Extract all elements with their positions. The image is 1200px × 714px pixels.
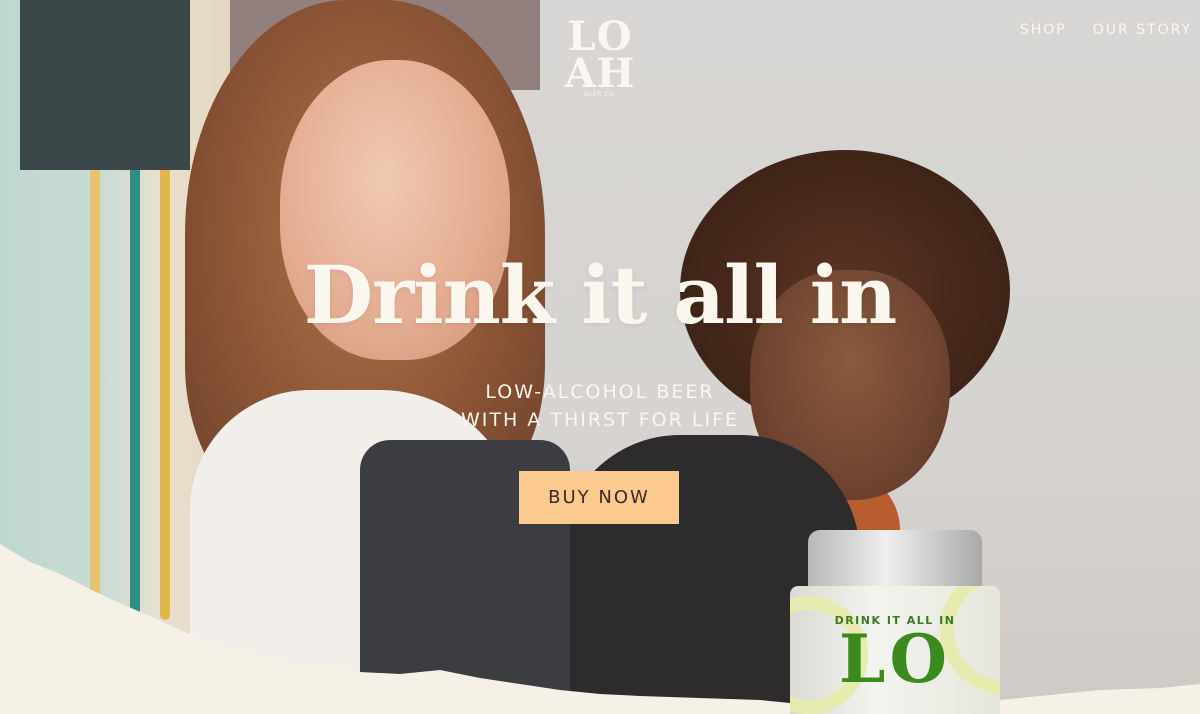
- can-lid: [808, 530, 982, 590]
- dark-window: [20, 0, 190, 170]
- hero-subheading: LOW-ALCOHOL BEER WITH A THIRST FOR LIFE: [0, 378, 1200, 434]
- hero-headline: Drink it all in: [303, 248, 898, 342]
- buy-now-button[interactable]: BUY NOW: [519, 471, 679, 524]
- subhead-line-2: WITH A THIRST FOR LIFE: [460, 409, 739, 431]
- brand-logo[interactable]: LO AH BEER CO.: [555, 17, 645, 99]
- nav-our-story-link[interactable]: OUR STORY: [1093, 22, 1192, 38]
- nav-shop-link[interactable]: SHOP: [1020, 22, 1067, 38]
- can-logo: LO: [839, 620, 951, 698]
- logo-line-2: AH: [564, 50, 636, 97]
- can-body: DRINK IT ALL IN LO: [790, 586, 1000, 714]
- beer-can: DRINK IT ALL IN LO: [790, 530, 1000, 714]
- main-nav: SHOP OUR STORY: [1020, 22, 1192, 38]
- subhead-line-1: LOW-ALCOHOL BEER: [485, 381, 715, 403]
- torn-paper-edge: [0, 544, 1200, 714]
- hero-background-photo: DRINK IT ALL IN LO: [0, 0, 1200, 714]
